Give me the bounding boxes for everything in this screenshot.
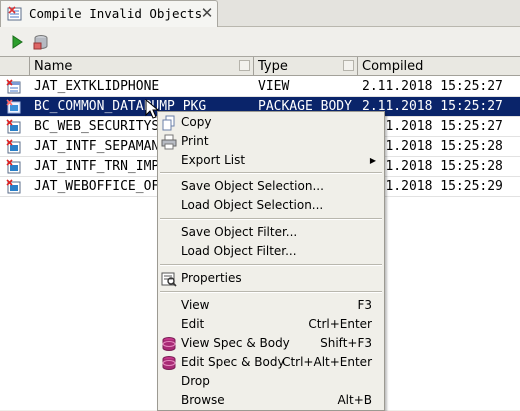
- copy-icon: [162, 115, 175, 131]
- package-body-icon: [6, 179, 21, 194]
- menu-item-label: Export List: [181, 153, 246, 167]
- menu-item-label: Load Object Filter...: [181, 244, 297, 258]
- menu-item-label: Save Object Selection...: [181, 179, 324, 193]
- close-icon[interactable]: ✕: [199, 4, 215, 22]
- tab-strip: Compile Invalid Objects ✕: [0, 0, 520, 27]
- properties-icon: [161, 272, 177, 287]
- column-resize-handle[interactable]: [239, 60, 250, 71]
- menu-item-copy[interactable]: Copy: [158, 113, 384, 132]
- row-compiled: 2.11.2018 15:25:29: [362, 179, 503, 194]
- menu-item-label: Browse: [181, 393, 225, 407]
- print-icon: [161, 134, 177, 150]
- menu-item-browse[interactable]: Browse Alt+B: [158, 391, 384, 410]
- menu-item-print[interactable]: Print: [158, 132, 384, 151]
- row-type: VIEW: [258, 79, 290, 94]
- menu-item-label: View Spec & Body: [181, 336, 290, 350]
- spec-body-icon: [162, 337, 176, 351]
- row-name: JAT_EXTKLIDPHONE: [34, 79, 160, 94]
- column-header-compiled[interactable]: Compiled: [358, 57, 520, 76]
- menu-item-save-object-selection[interactable]: Save Object Selection...: [158, 177, 384, 196]
- menu-item-export-list[interactable]: Export List ▶: [158, 151, 384, 170]
- menu-item-drop[interactable]: Drop: [158, 372, 384, 391]
- menu-item-load-object-filter[interactable]: Load Object Filter...: [158, 242, 384, 261]
- column-header-type[interactable]: Type: [254, 57, 358, 76]
- run-icon[interactable]: [8, 33, 26, 51]
- menu-item-label: Save Object Filter...: [181, 225, 298, 239]
- row-compiled: 2.11.2018 15:25:27: [362, 79, 503, 94]
- menu-item-view[interactable]: View F3: [158, 296, 384, 315]
- package-body-icon: [6, 159, 21, 174]
- package-body-icon: [6, 99, 21, 114]
- menu-separator: [160, 264, 382, 266]
- menu-item-shortcut: Ctrl+Enter: [308, 317, 372, 331]
- menu-item-shortcut: F3: [357, 298, 372, 312]
- menu-item-load-object-selection[interactable]: Load Object Selection...: [158, 196, 384, 215]
- menu-item-shortcut: Ctrl+Alt+Enter: [282, 355, 372, 369]
- menu-item-label: Drop: [181, 374, 210, 388]
- spec-body-icon: [162, 356, 176, 370]
- menu-item-label: Load Object Selection...: [181, 198, 324, 212]
- menu-item-shortcut: Alt+B: [337, 393, 372, 407]
- menu-item-shortcut: Shift+F3: [320, 336, 372, 350]
- compile-list-icon: [7, 6, 22, 21]
- menu-separator: [160, 291, 382, 293]
- menu-item-label: Edit Spec & Body: [181, 355, 285, 369]
- menu-separator: [160, 218, 382, 220]
- view-icon: [6, 79, 21, 94]
- menu-item-label: Print: [181, 134, 209, 148]
- column-header-compiled-label: Compiled: [362, 59, 424, 74]
- row-compiled: 2.11.2018 15:25:28: [362, 139, 503, 154]
- tab-label: Compile Invalid Objects: [29, 6, 203, 21]
- column-header-name[interactable]: Name: [30, 57, 254, 76]
- row-compiled: 2.11.2018 15:25:27: [362, 99, 503, 114]
- database-icon[interactable]: [32, 33, 50, 51]
- menu-item-save-object-filter[interactable]: Save Object Filter...: [158, 223, 384, 242]
- menu-item-label: View: [181, 298, 210, 312]
- submenu-arrow-icon: ▶: [369, 156, 376, 165]
- table-header: Name Type Compiled: [0, 57, 520, 76]
- menu-item-edit-spec-body[interactable]: Edit Spec & Body Ctrl+Alt+Enter: [158, 353, 384, 372]
- menu-separator: [160, 172, 382, 174]
- context-menu: Copy Print Export List ▶ Save Object Sel…: [157, 111, 385, 411]
- column-header-name-label: Name: [34, 59, 73, 74]
- menu-item-label: Edit: [181, 317, 205, 331]
- menu-item-view-spec-body[interactable]: View Spec & Body Shift+F3: [158, 334, 384, 353]
- package-body-icon: [6, 139, 21, 154]
- column-resize-handle[interactable]: [343, 60, 354, 71]
- tab-compile-invalid-objects[interactable]: Compile Invalid Objects ✕: [0, 0, 218, 27]
- row-compiled: 2.11.2018 15:25:27: [362, 119, 503, 134]
- row-compiled: 2.11.2018 15:25:28: [362, 159, 503, 174]
- package-body-icon: [6, 119, 21, 134]
- menu-item-properties[interactable]: Properties: [158, 269, 384, 288]
- header-icon-column: [0, 57, 30, 76]
- menu-item-label: Copy: [181, 115, 212, 129]
- toolbar: [0, 28, 520, 56]
- menu-item-label: Properties: [181, 271, 242, 285]
- table-row[interactable]: JAT_EXTKLIDPHONE VIEW 2.11.2018 15:25:27: [0, 77, 520, 97]
- column-header-type-label: Type: [258, 59, 288, 74]
- menu-item-edit[interactable]: Edit Ctrl+Enter: [158, 315, 384, 334]
- mouse-pointer-icon: [145, 99, 160, 119]
